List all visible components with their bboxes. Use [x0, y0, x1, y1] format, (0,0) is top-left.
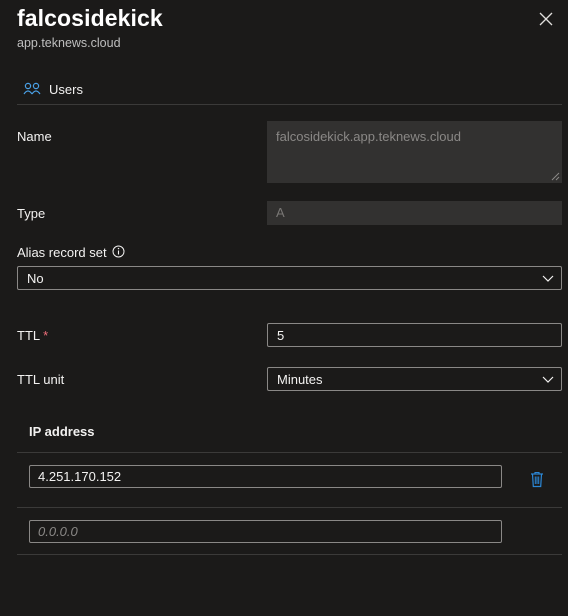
ttl-label: TTL *	[17, 328, 48, 343]
close-icon	[539, 12, 553, 26]
type-label: Type	[17, 206, 46, 221]
ip-address-column-header: IP address	[29, 424, 95, 439]
alias-record-set-dropdown[interactable]: No	[17, 266, 562, 290]
chevron-down-icon	[542, 275, 554, 282]
grid-divider	[17, 554, 562, 555]
required-marker: *	[43, 328, 49, 343]
name-label: Name	[17, 129, 52, 144]
type-field: A	[267, 201, 562, 225]
ip-address-input[interactable]: 4.251.170.152	[29, 465, 502, 488]
name-value: falcosidekick.app.teknews.cloud	[276, 129, 461, 144]
ttl-unit-label: TTL unit	[17, 372, 65, 387]
command-bar: Users	[17, 74, 562, 105]
users-icon	[23, 82, 41, 95]
users-button-label: Users	[49, 81, 83, 97]
chevron-down-icon	[542, 376, 554, 383]
info-icon[interactable]	[112, 245, 125, 258]
panel-title: falcosidekick	[17, 5, 163, 31]
delete-row-button[interactable]	[529, 470, 545, 488]
close-button[interactable]	[536, 9, 556, 29]
alias-label-text: Alias record set	[17, 245, 107, 260]
grid-divider	[17, 507, 562, 508]
alias-record-set-label: Alias record set	[17, 245, 125, 260]
users-button[interactable]: Users	[23, 78, 83, 100]
record-set-panel: falcosidekick app.teknews.cloud Users Na…	[0, 0, 568, 616]
ttl-unit-dropdown[interactable]: Minutes	[267, 367, 562, 391]
name-field: falcosidekick.app.teknews.cloud	[267, 121, 562, 183]
trash-icon	[531, 471, 543, 488]
ttl-unit-selected-value: Minutes	[277, 372, 323, 387]
panel-subtitle: app.teknews.cloud	[17, 36, 121, 50]
ttl-label-text: TTL	[17, 328, 41, 343]
alias-selected-value: No	[27, 271, 44, 286]
grid-divider	[17, 452, 562, 453]
ttl-input[interactable]: 5	[267, 323, 562, 347]
resize-grip-icon	[551, 172, 560, 181]
new-ip-address-input[interactable]: 0.0.0.0	[29, 520, 502, 543]
